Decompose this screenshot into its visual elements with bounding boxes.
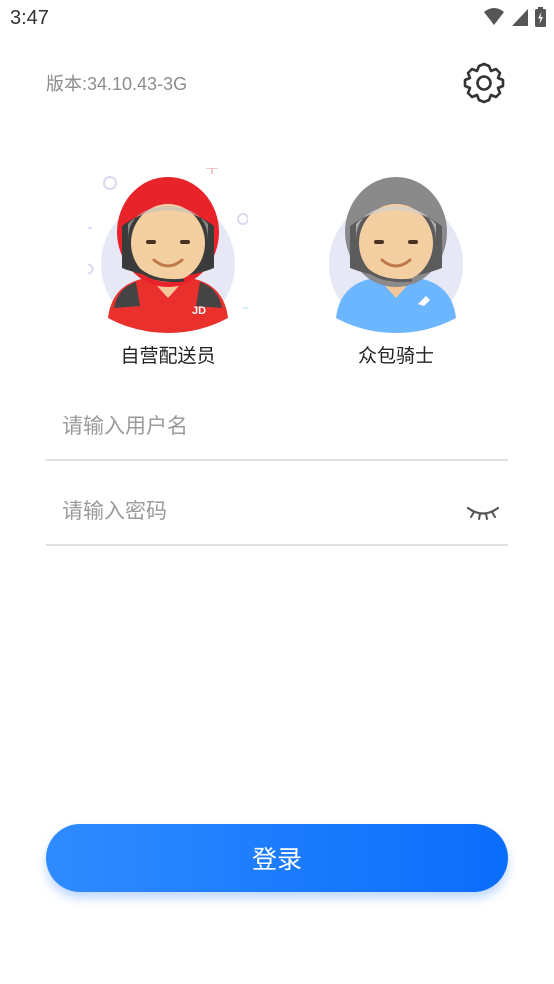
status-bar: 3:47 xyxy=(0,0,554,38)
wifi-icon xyxy=(484,8,504,25)
rider-avatar xyxy=(316,168,476,333)
cell-signal-icon xyxy=(512,9,528,26)
battery-icon xyxy=(535,7,546,27)
role-option-self-courier[interactable]: JD 自营配送员 xyxy=(80,162,257,368)
courier-avatar: JD xyxy=(80,162,257,333)
username-field xyxy=(46,397,508,461)
password-input[interactable] xyxy=(60,488,454,534)
username-input[interactable] xyxy=(60,403,454,449)
role-label-self: 自营配送员 xyxy=(120,345,216,367)
role-label-crowd: 众包骑士 xyxy=(357,345,434,367)
gear-icon xyxy=(463,62,505,104)
status-time: 3:47 xyxy=(10,7,49,29)
settings-button[interactable] xyxy=(461,60,507,106)
role-option-crowd-rider[interactable]: 众包骑士 xyxy=(316,168,476,368)
version-text: 版本:34.10.43-3G xyxy=(46,74,188,94)
jd-badge: JD xyxy=(192,305,206,317)
status-icons xyxy=(483,7,546,27)
eye-closed-icon[interactable] xyxy=(466,502,500,522)
login-button[interactable]: 登录 xyxy=(46,824,508,892)
password-field xyxy=(46,482,508,546)
